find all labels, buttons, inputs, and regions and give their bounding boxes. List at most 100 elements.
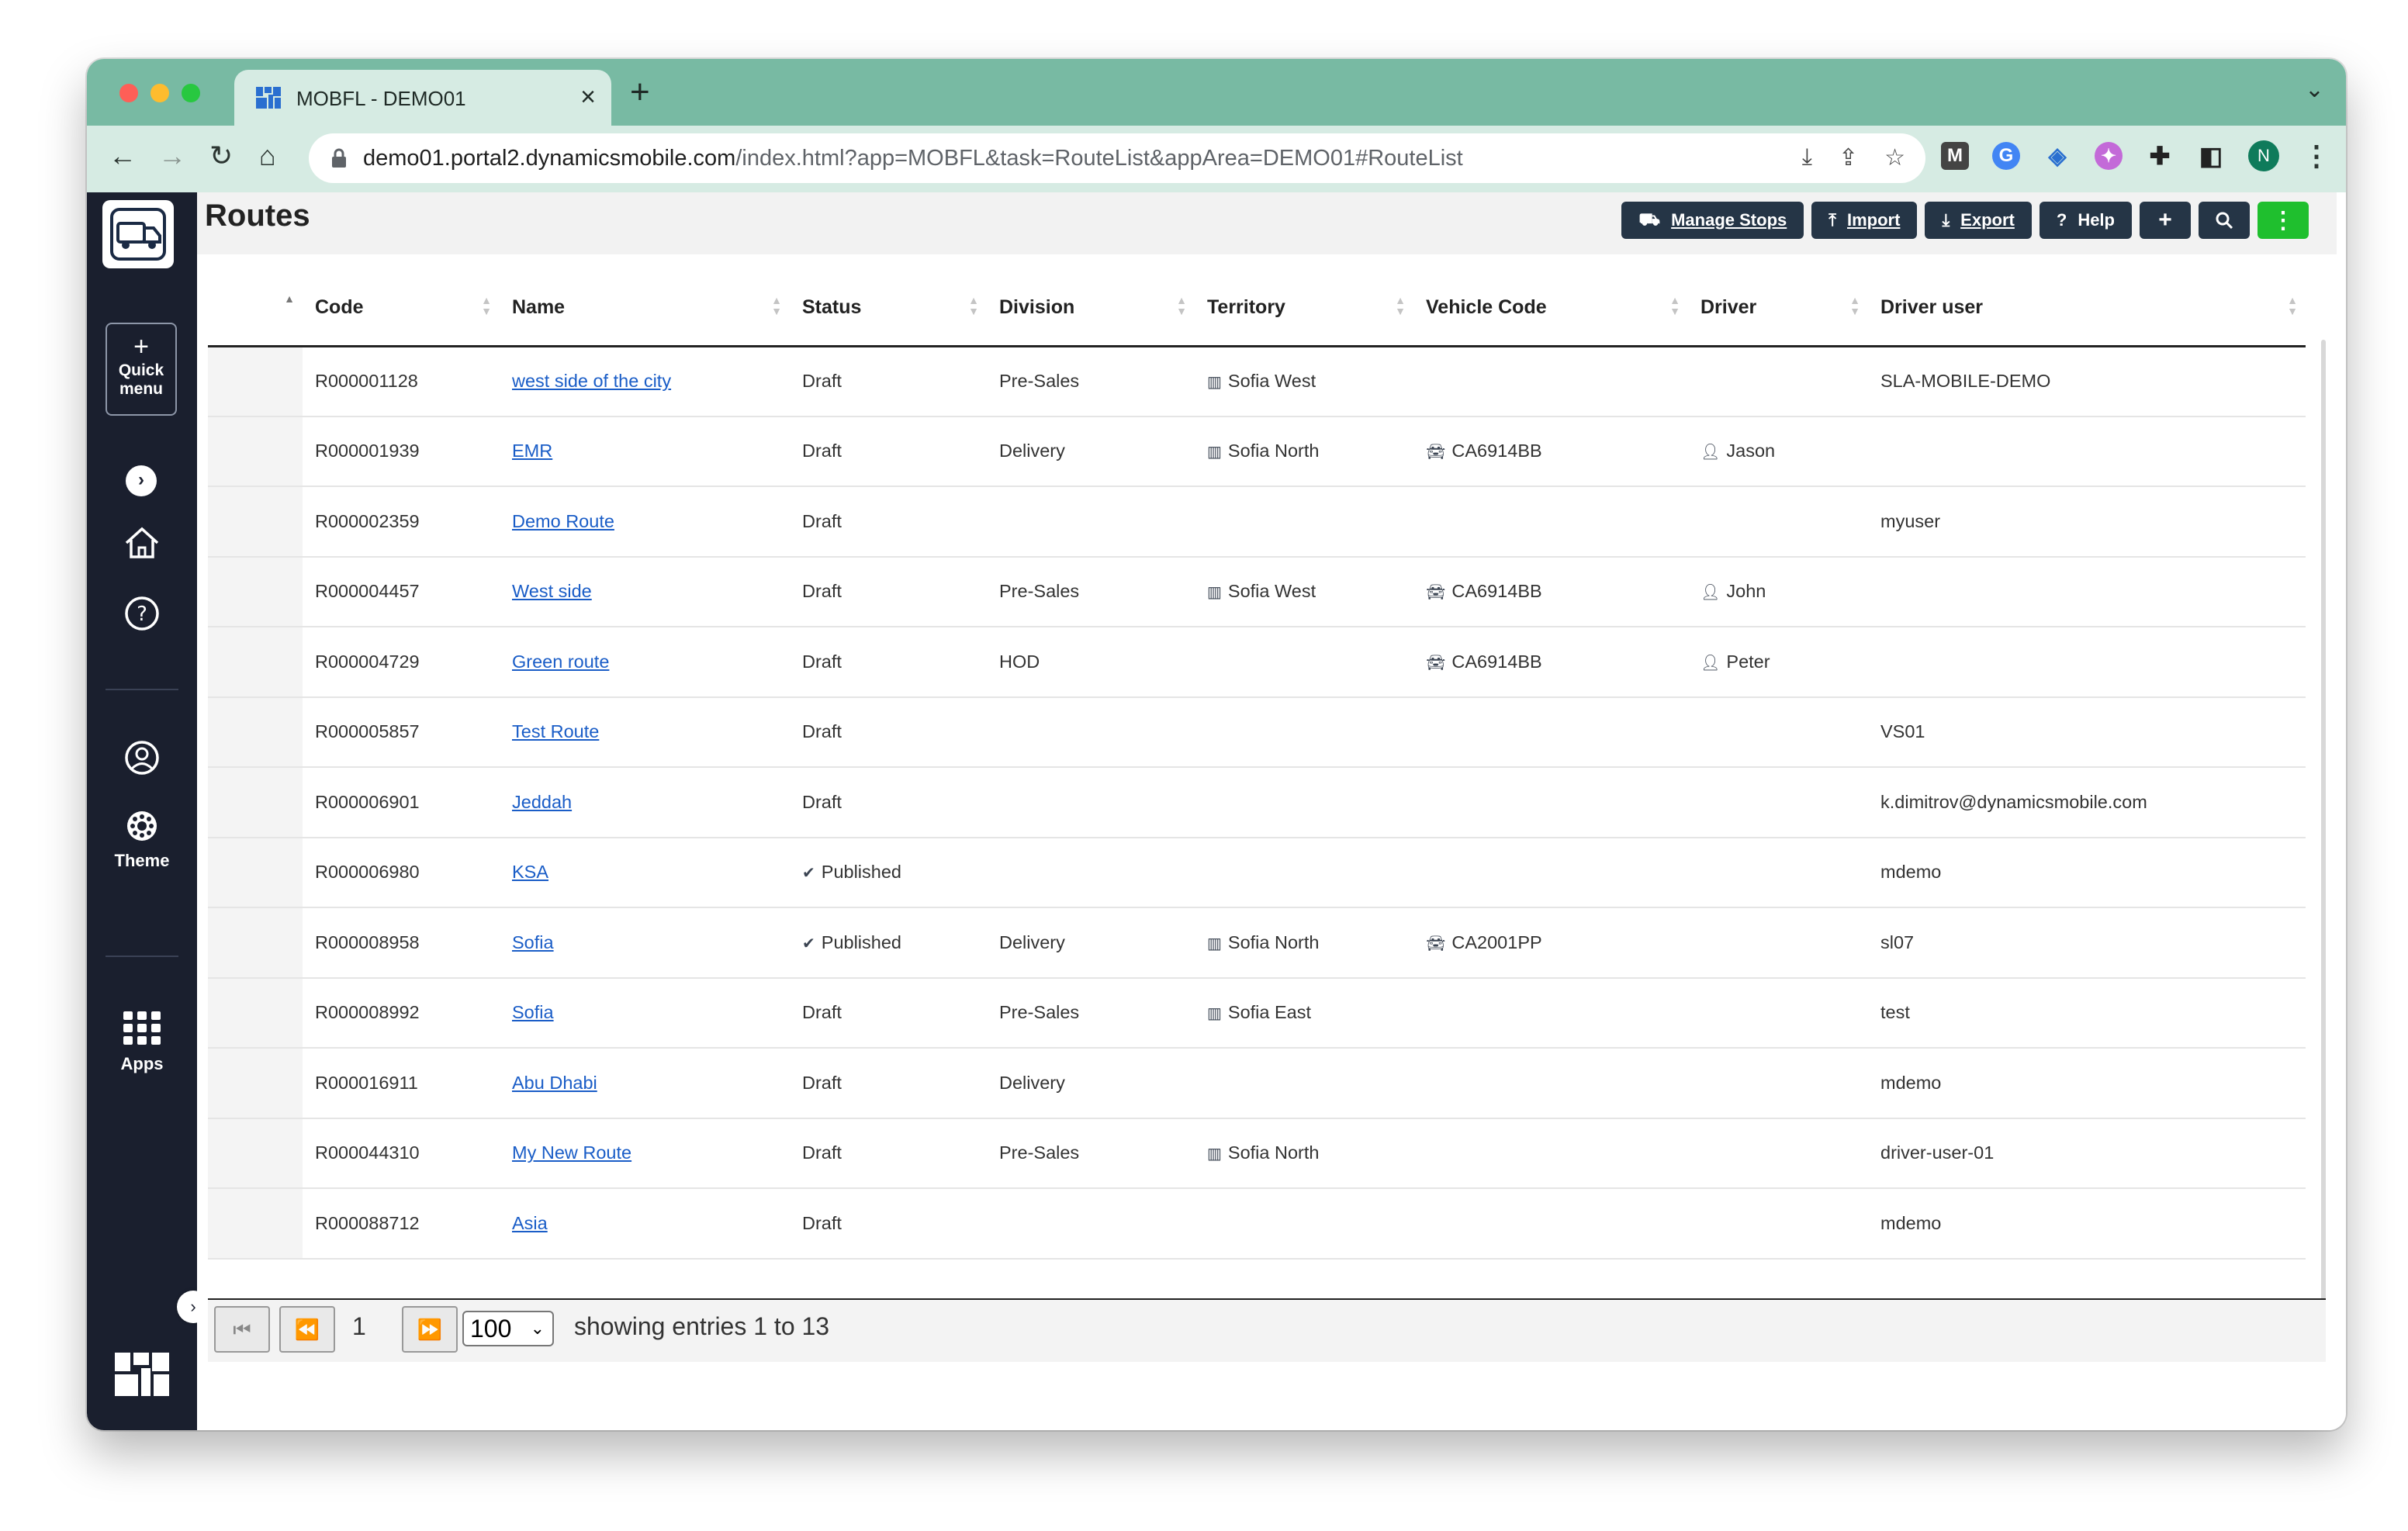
vertical-scrollbar[interactable] <box>2321 340 2326 1301</box>
row-select-cell[interactable] <box>208 1048 303 1119</box>
sort-icon[interactable]: ▲ ▼ <box>771 295 782 316</box>
home-nav-button[interactable] <box>87 526 197 564</box>
help-nav-button[interactable]: ? <box>87 596 197 635</box>
column-header-driver[interactable]: Driver ▲ ▼ <box>1688 270 1868 347</box>
sort-icon[interactable]: ▲ ▼ <box>1395 295 1406 316</box>
page-size-select[interactable]: 100 ⌄ <box>462 1311 554 1346</box>
column-header-territory[interactable]: Territory ▲ ▼ <box>1195 270 1413 347</box>
sort-icon[interactable]: ▲ ▼ <box>1176 295 1187 316</box>
select-column-header[interactable]: ▲ <box>208 270 303 347</box>
new-tab-button[interactable]: + <box>630 73 650 112</box>
tab-search-chevron-icon[interactable]: ⌄ <box>2305 76 2324 103</box>
extension-brain-icon[interactable]: ✦ <box>2095 142 2123 170</box>
column-header-vehicle-code[interactable]: Vehicle Code ▲ ▼ <box>1413 270 1688 347</box>
previous-page-button[interactable]: ⏪ <box>279 1306 335 1353</box>
column-header-division[interactable]: Division ▲ ▼ <box>987 270 1195 347</box>
more-options-button[interactable]: ⋮ <box>2258 202 2309 239</box>
column-header-driver-user[interactable]: Driver user ▲ ▼ <box>1868 270 2306 347</box>
row-select-cell[interactable] <box>208 486 303 558</box>
table-row[interactable]: R000016911 Abu Dhabi Draft Delivery mdemo <box>208 1048 2306 1119</box>
sort-icon[interactable]: ▲ ▼ <box>2287 295 2298 316</box>
sort-icon[interactable]: ▲ ▼ <box>1849 295 1860 316</box>
export-button[interactable]: ⤓ Export <box>1925 202 2032 239</box>
route-name-link[interactable]: Demo Route <box>512 511 614 531</box>
table-row[interactable]: R000001128 west side of the city Draft Pre-… <box>208 346 2306 417</box>
table-row[interactable]: R000002359 Demo Route Draft myuser <box>208 486 2306 558</box>
extensions-puzzle-icon[interactable]: ✚ <box>2146 142 2174 170</box>
quick-menu-button[interactable]: + Quick menu <box>106 323 177 416</box>
route-name-link[interactable]: KSA <box>512 862 548 882</box>
column-header-status[interactable]: Status ▲ ▼ <box>790 270 987 347</box>
sort-icon[interactable]: ▲ ▼ <box>968 295 979 316</box>
add-button[interactable]: + <box>2140 202 2191 239</box>
table-row[interactable]: R000004457 West side Draft Pre-Sales ▥ Sofia … <box>208 556 2306 627</box>
route-name-link[interactable]: Test Route <box>512 721 599 741</box>
row-select-cell[interactable] <box>208 1118 303 1189</box>
manage-stops-button[interactable]: ⛟ Manage Stops <box>1621 202 1804 239</box>
table-row[interactable]: R000006980 KSA ✔ Published mdemo <box>208 837 2306 908</box>
forward-arrow-icon[interactable]: → <box>158 140 186 172</box>
install-app-icon[interactable]: ⤓ <box>1802 144 1812 171</box>
expand-chevron-icon[interactable]: › <box>126 465 157 496</box>
table-row[interactable]: R000006901 Jeddah Draft k.dimitrov@dynamics… <box>208 767 2306 838</box>
route-name-link[interactable]: EMR <box>512 441 552 461</box>
column-header-code[interactable]: Code ▲ ▼ <box>303 270 500 347</box>
side-panel-icon[interactable]: ◧ <box>2197 142 2225 170</box>
profile-avatar[interactable]: N <box>2248 140 2279 171</box>
route-name-link[interactable]: Asia <box>512 1213 548 1233</box>
theme-button[interactable]: Theme <box>87 810 197 871</box>
extension-translate-icon[interactable]: G <box>1992 142 2020 170</box>
column-header-name[interactable]: Name ▲ ▼ <box>500 270 790 347</box>
tab-close-icon[interactable]: × <box>580 82 596 112</box>
table-row[interactable]: R000004729 Green route Draft HOD 🚘︎ CA6914BB 👤… <box>208 627 2306 698</box>
route-name-link[interactable]: West side <box>512 581 592 601</box>
search-button[interactable] <box>2199 202 2250 239</box>
browser-menu-icon[interactable]: ⋮ <box>2302 140 2330 172</box>
route-name-link[interactable]: Abu Dhabi <box>512 1073 597 1093</box>
row-select-cell[interactable] <box>208 767 303 838</box>
url-text[interactable]: demo01.portal2.dynamicsmobile.com/index.… <box>363 146 1463 171</box>
user-profile-button[interactable] <box>87 740 197 779</box>
table-row[interactable]: R000088712 Asia Draft mdemo <box>208 1188 2306 1260</box>
import-button[interactable]: ⤒ Import <box>1811 202 1918 239</box>
reload-icon[interactable]: ↻ <box>209 140 233 172</box>
route-name-link[interactable]: My New Route <box>512 1142 631 1163</box>
minimize-window-button[interactable] <box>150 84 169 102</box>
maximize-window-button[interactable] <box>182 84 200 102</box>
route-name-link[interactable]: Jeddah <box>512 792 572 812</box>
sort-icon[interactable]: ▲ ▼ <box>481 295 492 316</box>
table-row[interactable]: R000044310 My New Route Draft Pre-Sales ▥ Sof… <box>208 1118 2306 1189</box>
table-row[interactable]: R000001939 EMR Draft Delivery ▥ Sofia North 🚘︎… <box>208 416 2306 487</box>
close-window-button[interactable] <box>119 84 138 102</box>
row-select-cell[interactable] <box>208 837 303 908</box>
extension-tag-icon[interactable]: ◈ <box>2043 142 2071 170</box>
bookmark-star-icon[interactable]: ☆ <box>1884 144 1905 171</box>
table-row[interactable]: R000008992 Sofia Draft Pre-Sales ▥ Sofia East… <box>208 977 2306 1049</box>
help-button[interactable]: ? Help <box>2039 202 2132 239</box>
table-row[interactable]: R000008958 Sofia ✔ Published Delivery ▥ Sofia … <box>208 907 2306 979</box>
route-name-link[interactable]: west side of the city <box>512 371 671 391</box>
address-bar[interactable]: demo01.portal2.dynamicsmobile.com/index.… <box>309 133 1925 183</box>
row-select-cell[interactable] <box>208 556 303 627</box>
apps-button[interactable]: Apps <box>87 1010 197 1074</box>
row-select-cell[interactable] <box>208 416 303 487</box>
row-select-cell[interactable] <box>208 907 303 979</box>
back-arrow-icon[interactable]: ← <box>109 140 137 172</box>
share-icon[interactable]: ⇪ <box>1839 144 1858 171</box>
route-name-link[interactable]: Sofia <box>512 932 554 952</box>
row-select-cell[interactable] <box>208 346 303 417</box>
app-logo[interactable] <box>102 200 174 268</box>
row-select-cell[interactable] <box>208 627 303 698</box>
home-icon[interactable]: ⌂ <box>259 140 276 172</box>
row-select-cell[interactable] <box>208 1188 303 1260</box>
first-page-button[interactable]: ⏮ <box>214 1306 270 1353</box>
route-name-link[interactable]: Green route <box>512 651 609 672</box>
browser-tab-active[interactable]: MOBFL - DEMO01 × <box>234 70 611 126</box>
route-name-link[interactable]: Sofia <box>512 1002 554 1022</box>
table-row[interactable]: R000005857 Test Route Draft VS01 <box>208 696 2306 768</box>
next-page-button[interactable]: ⏩ <box>402 1306 458 1353</box>
sort-icon[interactable]: ▲ ▼ <box>1669 295 1680 316</box>
extension-m-icon[interactable]: M <box>1941 142 1969 170</box>
row-select-cell[interactable] <box>208 977 303 1049</box>
row-select-cell[interactable] <box>208 696 303 768</box>
